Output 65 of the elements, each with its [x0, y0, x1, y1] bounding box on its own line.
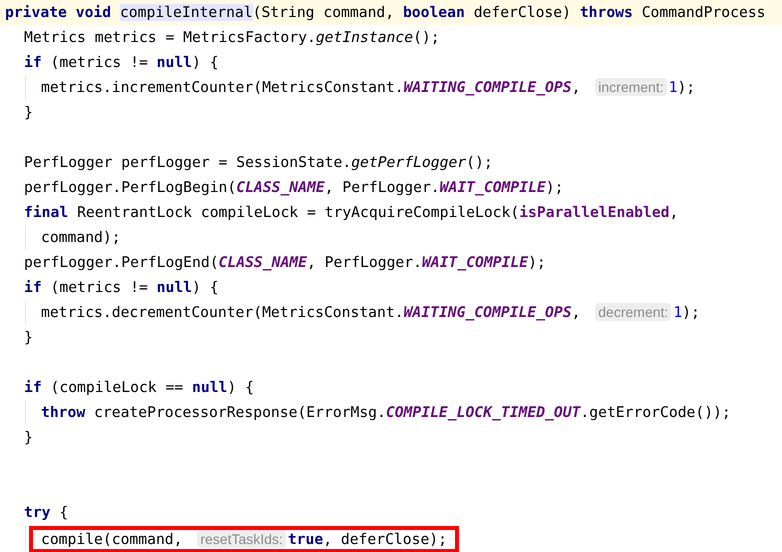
constant-name: WAITING_COMPILE_OPS — [404, 79, 572, 96]
code-text: metrics.decrementCounter(MetricsConstant. — [41, 304, 404, 321]
keyword: throws — [580, 4, 634, 21]
code-text: , PerfLogger. — [306, 254, 422, 271]
parameter-hint: decrement: — [595, 303, 672, 321]
code-text: ) { — [192, 279, 219, 296]
code-text: } — [24, 329, 33, 346]
code-text: (); — [413, 29, 440, 46]
code-text: } — [24, 429, 33, 446]
number-literal: 1 — [668, 79, 678, 96]
code-text: PerfLogger perfLogger = SessionState. — [24, 154, 352, 171]
method-name: getInstance — [316, 29, 414, 46]
keyword: null — [156, 54, 192, 71]
code-text: ) { — [227, 379, 254, 396]
code-text: , PerfLogger. — [324, 179, 440, 196]
keyword: if — [24, 279, 43, 296]
keyword: if — [24, 379, 43, 396]
code-text: (compileLock == — [50, 379, 184, 396]
keyword: null — [192, 379, 228, 396]
code-text: perfLogger.PerfLogBegin( — [24, 179, 236, 196]
number-literal: 1 — [673, 304, 682, 321]
code-text: ReentrantLock compileLock = tryAcquireCompileLock( — [77, 204, 520, 221]
code-text: command); — [41, 229, 121, 246]
code-text: .getErrorCode()); — [580, 404, 731, 421]
code-text: compile(command, — [41, 531, 184, 548]
keyword: boolean — [402, 4, 466, 21]
field-name: isParallelEnabled — [519, 204, 670, 221]
keyword: private void — [5, 4, 112, 21]
code-text: CommandProcess — [642, 4, 766, 21]
code-text: , — [670, 204, 678, 221]
constant-name: CLASS_NAME — [218, 254, 307, 271]
code-text: metrics.incrementCounter(MetricsConstant. — [41, 79, 404, 96]
code-text: , — [572, 79, 582, 96]
method-name: getPerfLogger — [351, 154, 466, 171]
parameter-hint: increment: — [595, 78, 667, 96]
code-text: (metrics != — [50, 279, 149, 296]
code-text: ) { — [192, 54, 219, 71]
constant-name: WAIT_COMPILE — [440, 179, 546, 196]
code-text: ); — [528, 254, 546, 271]
keyword: null — [156, 279, 192, 296]
constant-name: WAITING_COMPILE_OPS — [404, 304, 572, 321]
code-text: ); — [682, 304, 700, 321]
constant-name: COMPILE_LOCK_TIMED_OUT — [386, 404, 580, 421]
code-text: , — [572, 304, 582, 321]
code-text: (metrics != — [50, 54, 149, 71]
code-text: (String command, — [252, 4, 396, 21]
keyword: try — [24, 504, 52, 521]
code-text: ); — [677, 79, 696, 96]
method-name: compileInternal — [120, 4, 253, 21]
code-text: (); — [466, 154, 493, 171]
code-text: perfLogger.PerfLogEnd( — [24, 254, 219, 271]
keyword: if — [24, 54, 43, 71]
keyword: throw — [41, 404, 86, 421]
code-text: , deferClose); — [323, 531, 447, 548]
keyword: true — [288, 531, 324, 548]
code-text: } — [24, 104, 33, 121]
keyword: final — [24, 204, 70, 221]
code-text: Metrics metrics = MetricsFactory. — [24, 29, 316, 46]
parameter-hint: resetTaskIds: — [197, 530, 286, 548]
code-text: { — [59, 504, 68, 521]
code-text: ); — [546, 179, 564, 196]
constant-name: CLASS_NAME — [236, 179, 325, 196]
code-text: createProcessorResponse(ErrorMsg. — [94, 404, 386, 421]
constant-name: WAIT_COMPILE — [422, 254, 528, 271]
code-text: deferClose) — [474, 4, 572, 21]
